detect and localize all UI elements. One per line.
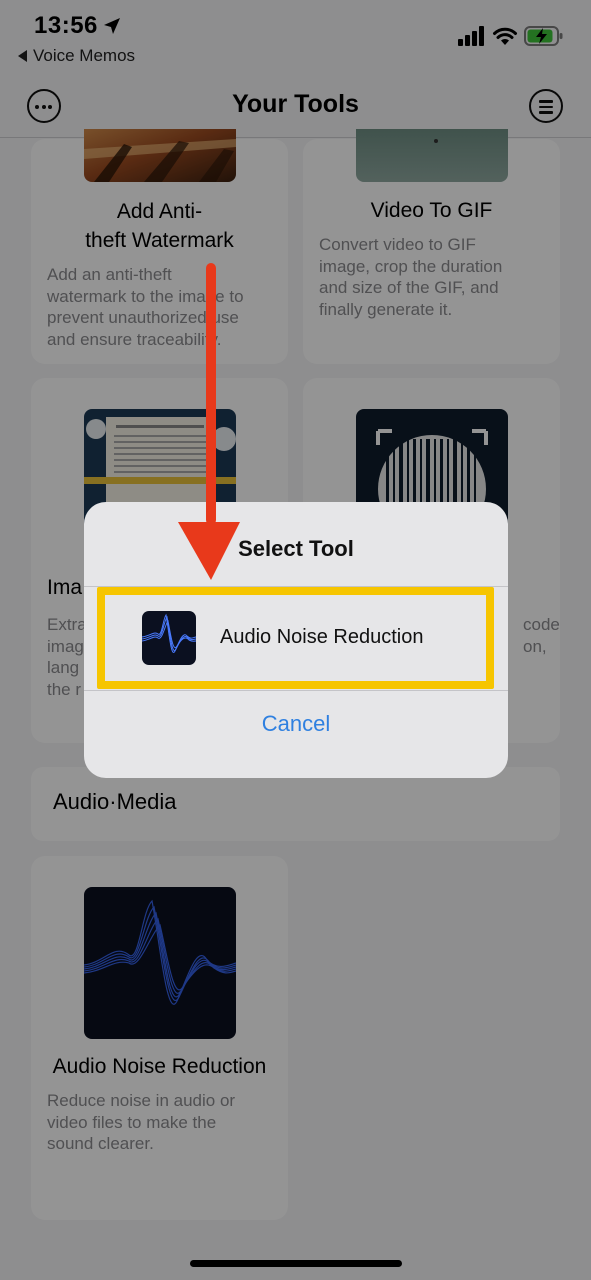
dialog-divider xyxy=(84,690,508,691)
app-screen: 13:56 Voice Memos Your Tools Add Anti- t… xyxy=(0,0,591,1280)
dialog-title: Select Tool xyxy=(238,536,354,561)
cancel-button[interactable]: Cancel xyxy=(84,698,508,750)
highlight-box xyxy=(97,587,494,689)
